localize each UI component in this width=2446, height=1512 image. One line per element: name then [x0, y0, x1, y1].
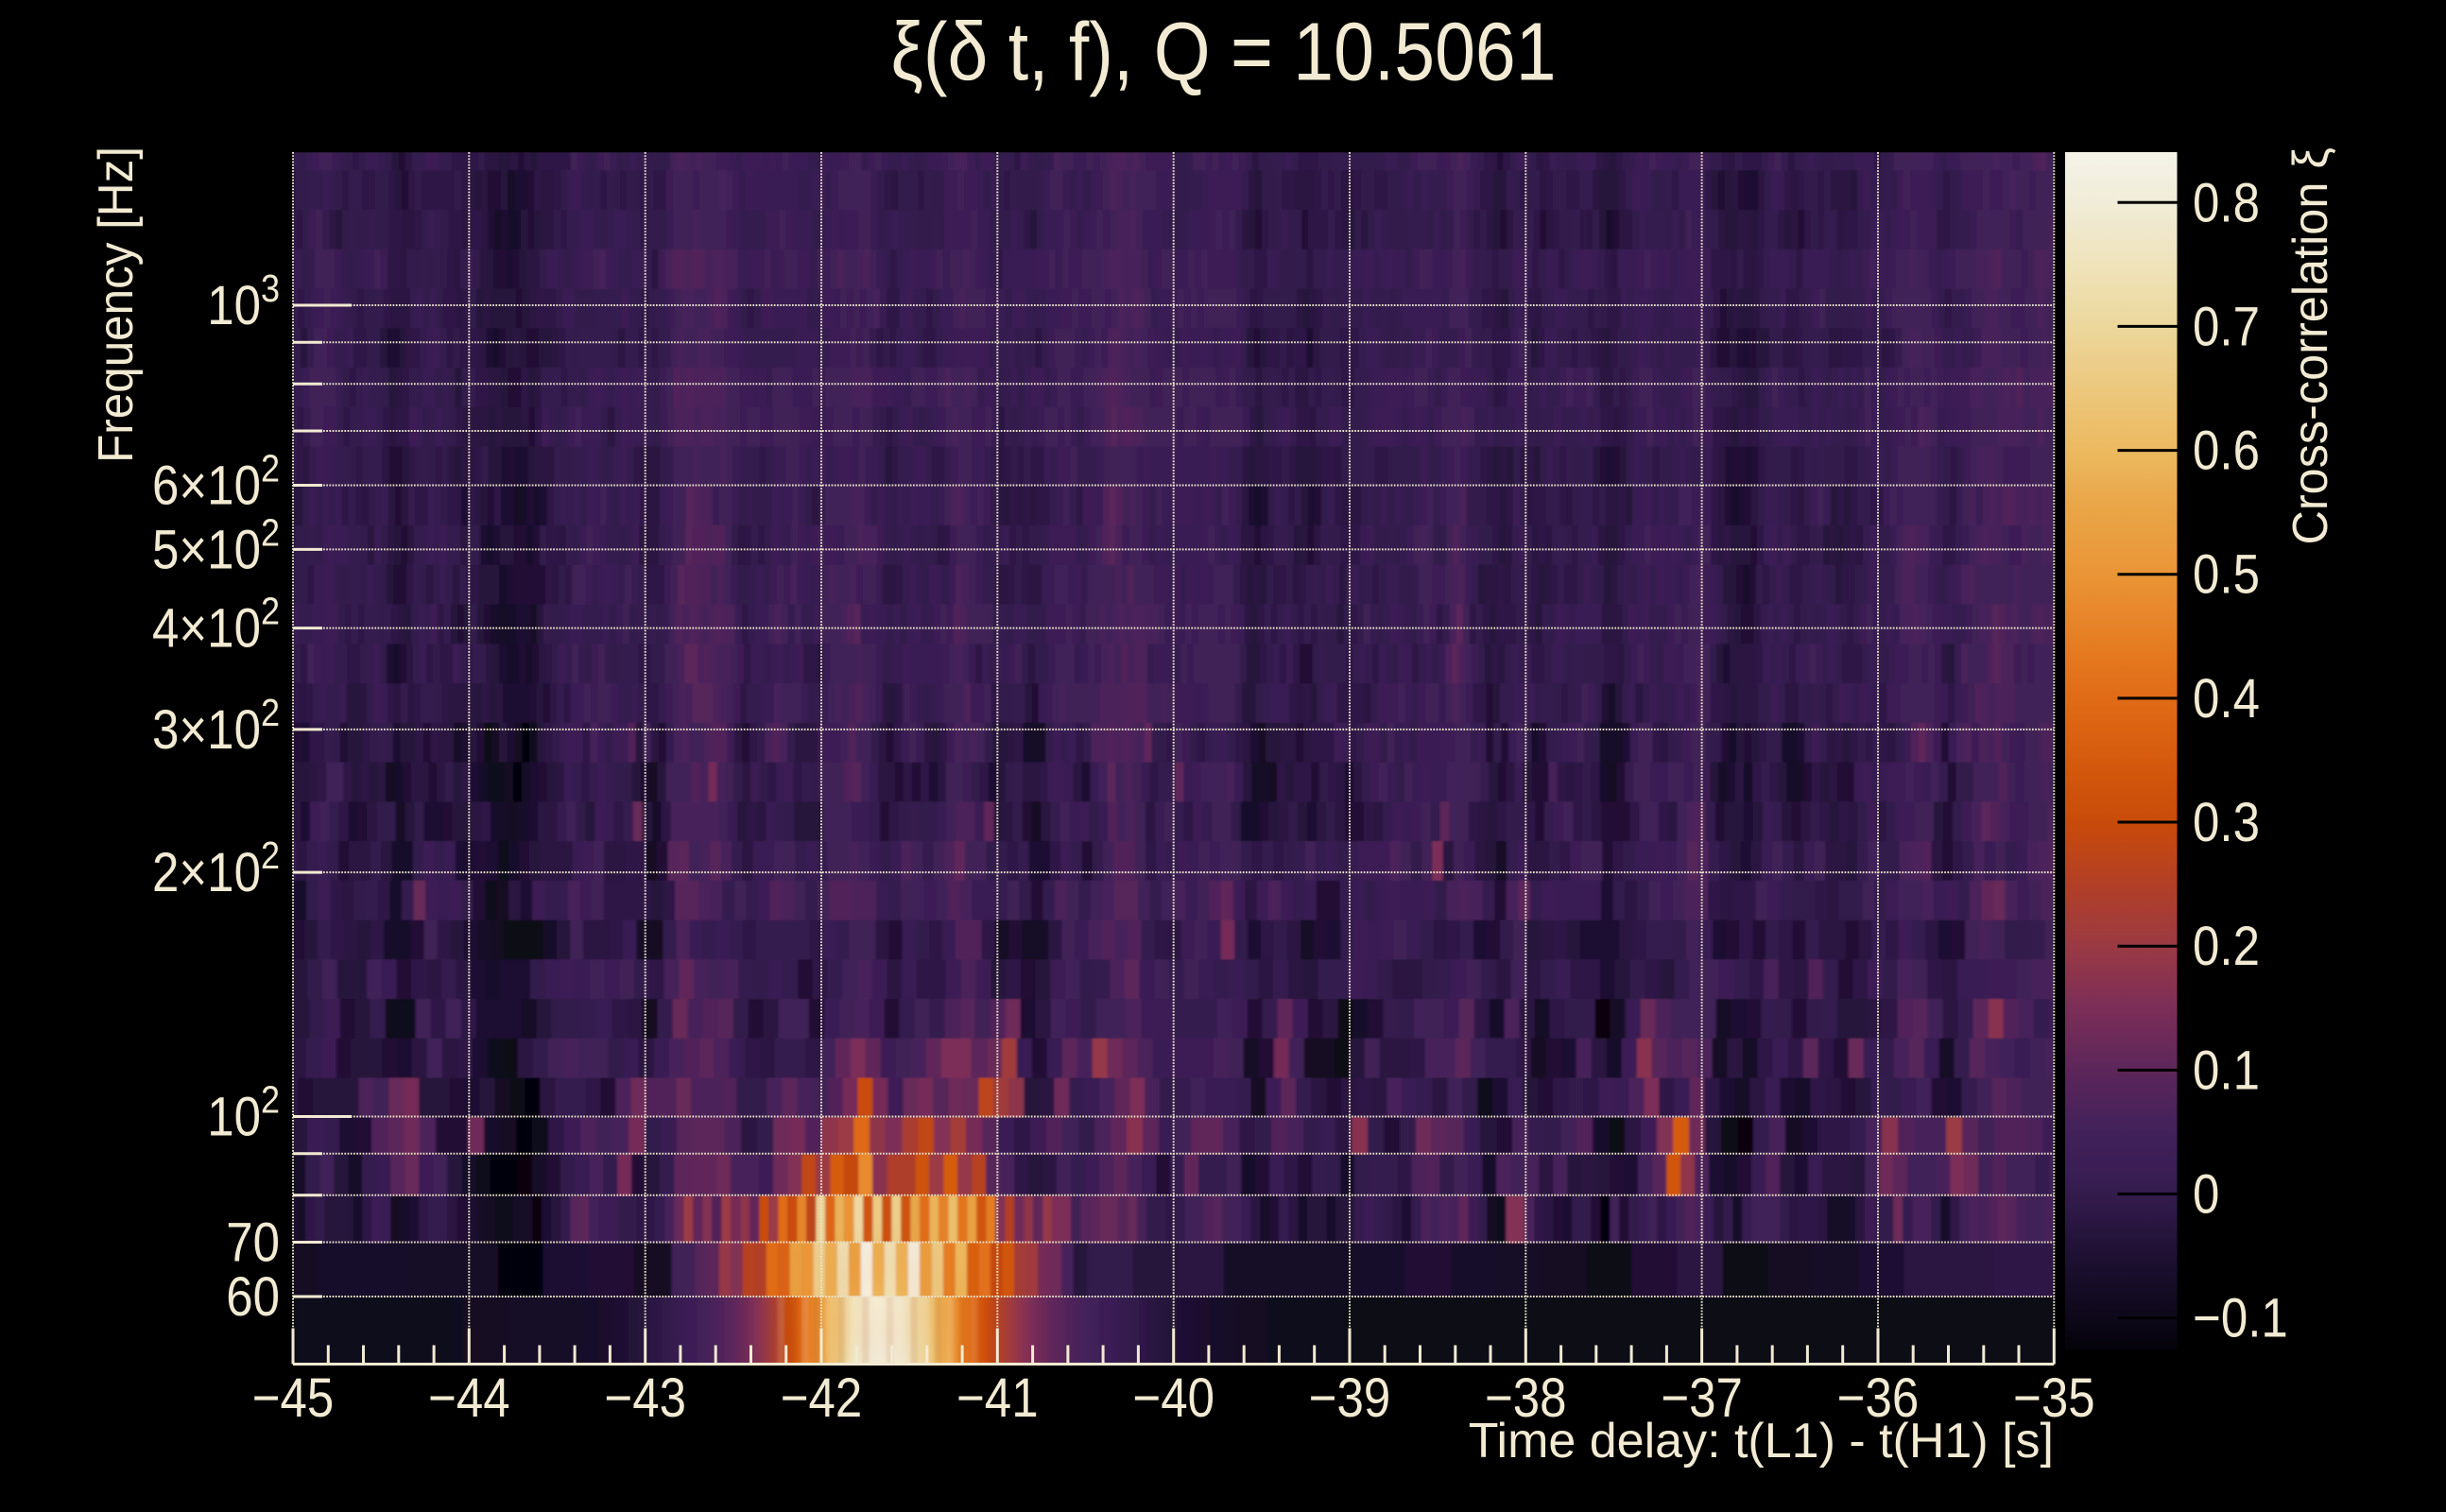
svg-text:−45: −45	[252, 1367, 335, 1429]
svg-text:−39: −39	[1309, 1367, 1391, 1429]
svg-text:−44: −44	[428, 1367, 510, 1429]
svg-text:−40: −40	[1132, 1367, 1214, 1429]
svg-text:−42: −42	[781, 1367, 863, 1429]
svg-text:−43: −43	[604, 1367, 686, 1429]
svg-text:−41: −41	[956, 1367, 1039, 1429]
